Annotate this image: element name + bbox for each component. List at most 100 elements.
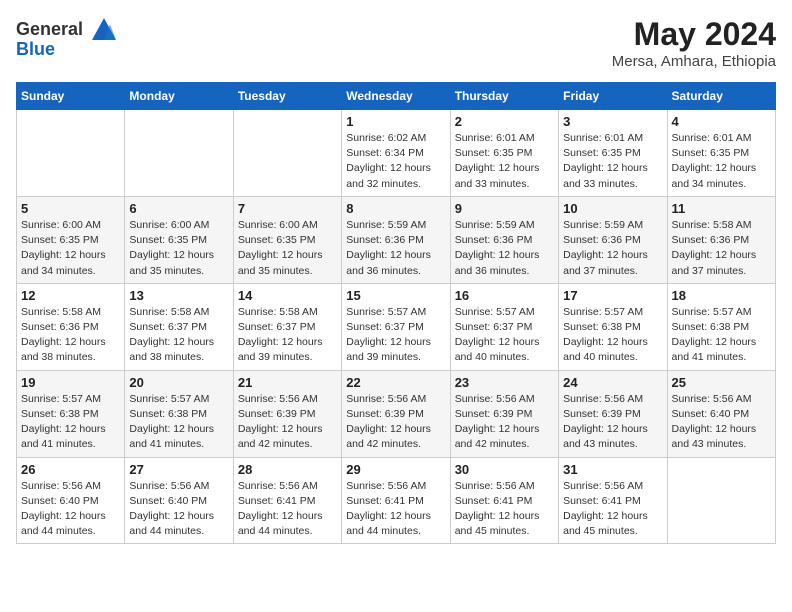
day-info: Sunrise: 5:57 AM Sunset: 6:38 PM Dayligh…: [563, 305, 662, 366]
logo-general: General: [16, 19, 83, 39]
day-number: 22: [346, 375, 445, 390]
day-number: 10: [563, 201, 662, 216]
calendar-cell: 23 Sunrise: 5:56 AM Sunset: 6:39 PM Dayli…: [450, 370, 558, 457]
day-number: 21: [238, 375, 337, 390]
day-info: Sunrise: 6:01 AM Sunset: 6:35 PM Dayligh…: [672, 131, 771, 192]
calendar-cell: 2 Sunrise: 6:01 AM Sunset: 6:35 PM Daylig…: [450, 110, 558, 197]
calendar-cell: 12 Sunrise: 5:58 AM Sunset: 6:36 PM Dayli…: [17, 283, 125, 370]
calendar-cell: [17, 110, 125, 197]
day-info: Sunrise: 5:56 AM Sunset: 6:39 PM Dayligh…: [346, 392, 445, 453]
weekday-header-cell: Wednesday: [342, 83, 450, 110]
day-number: 19: [21, 375, 120, 390]
calendar-cell: 30 Sunrise: 5:56 AM Sunset: 6:41 PM Dayli…: [450, 457, 558, 544]
calendar-cell: 9Sunrise: 5:59 AM Sunset: 6:36 PM Daylig…: [450, 196, 558, 283]
day-info: Sunrise: 5:57 AM Sunset: 6:37 PM Dayligh…: [346, 305, 445, 366]
calendar-cell: [125, 110, 233, 197]
day-number: 31: [563, 462, 662, 477]
calendar-cell: 7 Sunrise: 6:00 AM Sunset: 6:35 PM Daylig…: [233, 196, 341, 283]
calendar-cell: 25 Sunrise: 5:56 AM Sunset: 6:40 PM Dayli…: [667, 370, 775, 457]
day-number: 20: [129, 375, 228, 390]
day-number: 6: [129, 201, 228, 216]
calendar-week-row: 26 Sunrise: 5:56 AM Sunset: 6:40 PM Dayli…: [17, 457, 776, 544]
weekday-header-cell: Saturday: [667, 83, 775, 110]
day-info: Sunrise: 5:56 AM Sunset: 6:41 PM Dayligh…: [455, 479, 554, 540]
calendar-cell: 15 Sunrise: 5:57 AM Sunset: 6:37 PM Dayli…: [342, 283, 450, 370]
day-info: Sunrise: 5:56 AM Sunset: 6:41 PM Dayligh…: [563, 479, 662, 540]
calendar-cell: 1 Sunrise: 6:02 AM Sunset: 6:34 PM Daylig…: [342, 110, 450, 197]
calendar-cell: 26 Sunrise: 5:56 AM Sunset: 6:40 PM Dayli…: [17, 457, 125, 544]
day-info: Sunrise: 5:58 AM Sunset: 6:36 PM Dayligh…: [21, 305, 120, 366]
day-info: Sunrise: 5:56 AM Sunset: 6:40 PM Dayligh…: [129, 479, 228, 540]
calendar-week-row: 19 Sunrise: 5:57 AM Sunset: 6:38 PM Dayli…: [17, 370, 776, 457]
calendar-cell: 19 Sunrise: 5:57 AM Sunset: 6:38 PM Dayli…: [17, 370, 125, 457]
day-number: 3: [563, 114, 662, 129]
day-number: 25: [672, 375, 771, 390]
day-number: 12: [21, 288, 120, 303]
calendar-cell: 4 Sunrise: 6:01 AM Sunset: 6:35 PM Daylig…: [667, 110, 775, 197]
day-number: 30: [455, 462, 554, 477]
calendar-cell: 16 Sunrise: 5:57 AM Sunset: 6:37 PM Dayli…: [450, 283, 558, 370]
calendar-cell: 8Sunrise: 5:59 AM Sunset: 6:36 PM Daylig…: [342, 196, 450, 283]
weekday-header-cell: Sunday: [17, 83, 125, 110]
logo-blue: Blue: [16, 39, 55, 59]
day-number: 7: [238, 201, 337, 216]
day-info: Sunrise: 5:57 AM Sunset: 6:38 PM Dayligh…: [129, 392, 228, 453]
day-number: 4: [672, 114, 771, 129]
calendar-cell: 27 Sunrise: 5:56 AM Sunset: 6:40 PM Dayli…: [125, 457, 233, 544]
calendar-cell: 13Sunrise: 5:58 AM Sunset: 6:37 PM Dayli…: [125, 283, 233, 370]
weekday-header-cell: Tuesday: [233, 83, 341, 110]
calendar-cell: 20 Sunrise: 5:57 AM Sunset: 6:38 PM Dayli…: [125, 370, 233, 457]
day-info: Sunrise: 5:56 AM Sunset: 6:40 PM Dayligh…: [672, 392, 771, 453]
day-info: Sunrise: 6:01 AM Sunset: 6:35 PM Dayligh…: [455, 131, 554, 192]
day-info: Sunrise: 5:59 AM Sunset: 6:36 PM Dayligh…: [455, 218, 554, 279]
location: Mersa, Amhara, Ethiopia: [612, 53, 776, 70]
day-number: 28: [238, 462, 337, 477]
weekday-header-cell: Thursday: [450, 83, 558, 110]
day-info: Sunrise: 5:56 AM Sunset: 6:39 PM Dayligh…: [455, 392, 554, 453]
calendar-week-row: 12 Sunrise: 5:58 AM Sunset: 6:36 PM Dayli…: [17, 283, 776, 370]
day-number: 5: [21, 201, 120, 216]
calendar-cell: 18 Sunrise: 5:57 AM Sunset: 6:38 PM Dayli…: [667, 283, 775, 370]
calendar-cell: 31 Sunrise: 5:56 AM Sunset: 6:41 PM Dayli…: [559, 457, 667, 544]
calendar-cell: [233, 110, 341, 197]
day-info: Sunrise: 5:57 AM Sunset: 6:38 PM Dayligh…: [21, 392, 120, 453]
day-number: 11: [672, 201, 771, 216]
calendar-cell: 29Sunrise: 5:56 AM Sunset: 6:41 PM Dayli…: [342, 457, 450, 544]
day-info: Sunrise: 5:59 AM Sunset: 6:36 PM Dayligh…: [563, 218, 662, 279]
calendar-cell: 14 Sunrise: 5:58 AM Sunset: 6:37 PM Dayli…: [233, 283, 341, 370]
day-info: Sunrise: 5:56 AM Sunset: 6:40 PM Dayligh…: [21, 479, 120, 540]
calendar-cell: 22 Sunrise: 5:56 AM Sunset: 6:39 PM Dayli…: [342, 370, 450, 457]
day-info: Sunrise: 5:58 AM Sunset: 6:37 PM Dayligh…: [238, 305, 337, 366]
title-block: May 2024 Mersa, Amhara, Ethiopia: [612, 16, 776, 70]
day-number: 16: [455, 288, 554, 303]
day-info: Sunrise: 5:57 AM Sunset: 6:37 PM Dayligh…: [455, 305, 554, 366]
day-info: Sunrise: 6:01 AM Sunset: 6:35 PM Dayligh…: [563, 131, 662, 192]
calendar-cell: 5 Sunrise: 6:00 AM Sunset: 6:35 PM Daylig…: [17, 196, 125, 283]
calendar-week-row: 5 Sunrise: 6:00 AM Sunset: 6:35 PM Daylig…: [17, 196, 776, 283]
calendar-body: 1 Sunrise: 6:02 AM Sunset: 6:34 PM Daylig…: [17, 110, 776, 544]
day-number: 26: [21, 462, 120, 477]
day-number: 27: [129, 462, 228, 477]
day-info: Sunrise: 6:00 AM Sunset: 6:35 PM Dayligh…: [238, 218, 337, 279]
logo-icon: [90, 16, 118, 44]
day-number: 2: [455, 114, 554, 129]
day-number: 14: [238, 288, 337, 303]
weekday-header-cell: Monday: [125, 83, 233, 110]
calendar-cell: 3 Sunrise: 6:01 AM Sunset: 6:35 PM Daylig…: [559, 110, 667, 197]
calendar-table: SundayMondayTuesdayWednesdayThursdayFrid…: [16, 82, 776, 544]
day-number: 1: [346, 114, 445, 129]
day-info: Sunrise: 5:57 AM Sunset: 6:38 PM Dayligh…: [672, 305, 771, 366]
day-number: 23: [455, 375, 554, 390]
weekday-header-cell: Friday: [559, 83, 667, 110]
calendar-cell: 17Sunrise: 5:57 AM Sunset: 6:38 PM Dayli…: [559, 283, 667, 370]
day-number: 18: [672, 288, 771, 303]
day-number: 29: [346, 462, 445, 477]
calendar-week-row: 1 Sunrise: 6:02 AM Sunset: 6:34 PM Daylig…: [17, 110, 776, 197]
day-info: Sunrise: 6:00 AM Sunset: 6:35 PM Dayligh…: [21, 218, 120, 279]
day-info: Sunrise: 5:56 AM Sunset: 6:39 PM Dayligh…: [563, 392, 662, 453]
day-info: Sunrise: 5:56 AM Sunset: 6:41 PM Dayligh…: [238, 479, 337, 540]
day-number: 15: [346, 288, 445, 303]
day-number: 13: [129, 288, 228, 303]
day-info: Sunrise: 6:02 AM Sunset: 6:34 PM Dayligh…: [346, 131, 445, 192]
logo: General Blue: [16, 16, 118, 60]
